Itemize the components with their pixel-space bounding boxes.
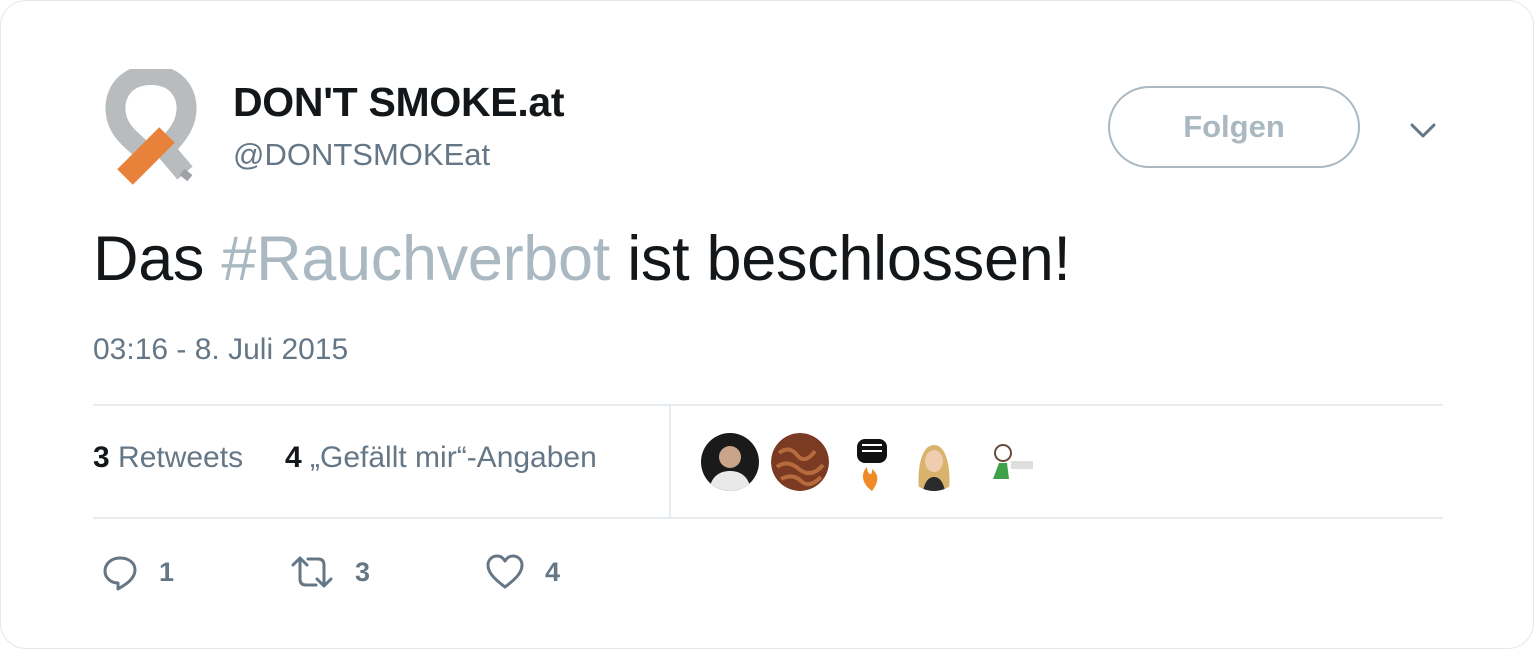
tweet-text-end: ist beschlossen! bbox=[610, 224, 1071, 294]
account-handle[interactable]: @DONTSMOKEat bbox=[233, 137, 490, 173]
cartoon-logo-icon bbox=[979, 433, 1037, 491]
hashtag-link[interactable]: #Rauchverbot bbox=[221, 224, 610, 294]
retweet-count: 3 bbox=[355, 556, 371, 587]
like-button[interactable]: 4 bbox=[485, 549, 560, 595]
likes-label: „Gefällt mir“-Angaben bbox=[301, 441, 597, 474]
liker-avatar[interactable] bbox=[701, 433, 759, 491]
liker-avatar[interactable] bbox=[905, 433, 963, 491]
avatar-woman-icon bbox=[905, 433, 963, 491]
reply-button[interactable]: 1 bbox=[101, 549, 174, 595]
follow-button-label: Folgen bbox=[1183, 109, 1285, 144]
tweet-text: Das #Rauchverbot ist beschlossen! bbox=[93, 223, 1071, 295]
avatar-pattern-icon bbox=[771, 433, 829, 491]
fist-flame-icon bbox=[843, 433, 901, 491]
divider bbox=[669, 406, 671, 517]
account-avatar[interactable] bbox=[101, 65, 201, 189]
tweet-text-start: Das bbox=[93, 224, 222, 294]
follow-button[interactable]: Folgen bbox=[1108, 86, 1360, 168]
retweets-label: Retweets bbox=[109, 441, 244, 474]
reply-icon bbox=[103, 556, 137, 591]
tweet-card: DON'T SMOKE.at @DONTSMOKEat Folgen Das #… bbox=[0, 0, 1534, 649]
reply-count: 1 bbox=[159, 556, 175, 587]
heart-icon bbox=[486, 554, 524, 589]
avatar-man-icon bbox=[701, 433, 759, 491]
like-count: 4 bbox=[545, 556, 561, 587]
chevron-down-icon[interactable] bbox=[1403, 113, 1443, 149]
likes-stat[interactable]: 4 „Gefällt mir“-Angaben bbox=[285, 441, 597, 475]
liker-avatar[interactable] bbox=[771, 433, 829, 491]
divider bbox=[93, 404, 1443, 406]
ribbon-logo-icon bbox=[105, 65, 197, 185]
retweet-icon bbox=[291, 556, 333, 588]
tweet-timestamp[interactable]: 03:16 - 8. Juli 2015 bbox=[93, 333, 348, 367]
retweets-count: 3 bbox=[93, 441, 110, 474]
retweet-button[interactable]: 3 bbox=[289, 549, 370, 595]
liker-avatar[interactable] bbox=[843, 433, 901, 491]
retweets-stat[interactable]: 3 Retweets bbox=[93, 441, 243, 475]
display-name[interactable]: DON'T SMOKE.at bbox=[233, 79, 565, 126]
liker-avatar[interactable] bbox=[979, 433, 1037, 491]
divider bbox=[93, 517, 1443, 519]
likes-count: 4 bbox=[285, 441, 302, 474]
